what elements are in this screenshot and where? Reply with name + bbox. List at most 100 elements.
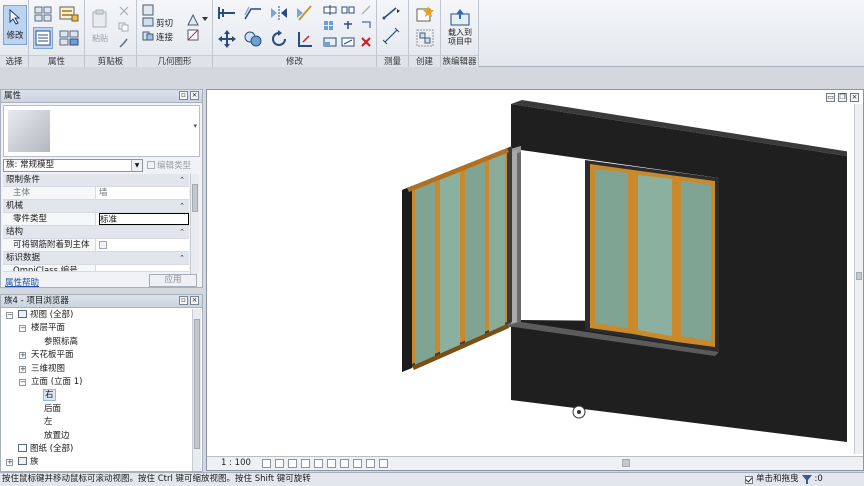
properties-toggle-button[interactable] [33, 27, 53, 49]
modify-button[interactable]: 修改 [3, 5, 27, 45]
category-identity[interactable]: 标识数据 ⌃ [3, 252, 189, 265]
rebar-checkbox[interactable] [99, 241, 107, 249]
browser-scroll-thumb[interactable] [194, 319, 200, 449]
detail-level-icon[interactable] [262, 459, 271, 468]
press-drag-checkbox[interactable] [745, 475, 753, 484]
view-close-button[interactable]: × [850, 93, 859, 102]
browser-node[interactable]: − 楼层平面 [1, 322, 191, 335]
temporary-hide-icon[interactable] [340, 459, 349, 468]
show-crop-icon[interactable] [327, 459, 336, 468]
pin-disabled-icon[interactable] [360, 5, 372, 15]
offset-button[interactable] [242, 3, 264, 23]
reveal-hidden-icon[interactable] [353, 459, 362, 468]
unjoin-icon[interactable] [360, 20, 372, 30]
properties-help-link[interactable]: 属性帮助 [5, 276, 39, 288]
panel-label-family-editor: 族编辑器 [441, 55, 478, 67]
unpin-icon[interactable] [341, 37, 355, 47]
3d-view-canvas[interactable]: ▭ ❐ × 1: 100 [206, 89, 864, 471]
create-group-button[interactable] [414, 27, 436, 49]
edit-type-button[interactable]: 编辑类型 [147, 159, 191, 171]
browser-node[interactable]: + 天花板平面 [1, 349, 191, 362]
properties-minimize-button[interactable]: ▫ [179, 91, 188, 100]
filter-icon[interactable] [801, 475, 812, 484]
open-sash[interactable] [402, 146, 512, 372]
split-element-icon[interactable] [323, 5, 337, 15]
dimension-button[interactable] [381, 26, 403, 46]
copy-clipboard-button[interactable] [117, 21, 131, 33]
match-properties-button[interactable] [117, 37, 131, 49]
apply-button[interactable]: 应用 [149, 274, 197, 287]
shadows-icon[interactable] [301, 459, 310, 468]
part-type-field[interactable]: 标准 [99, 213, 189, 225]
browser-node[interactable]: + 三维视图 [1, 363, 191, 376]
browser-node[interactable]: + 族 [1, 456, 191, 469]
paste-clipboard-icon [92, 9, 107, 27]
delete-icon[interactable] [360, 37, 372, 47]
type-properties-button[interactable] [58, 27, 80, 49]
collapse-node-icon[interactable]: − [6, 312, 13, 319]
browser-minimize-button[interactable]: ▫ [179, 296, 188, 305]
browser-node[interactable]: 后面 [1, 403, 191, 416]
panel-geometry: 剪切 连接 几何图形 [137, 0, 213, 67]
browser-title: 族4 - 项目浏览器 [4, 296, 69, 306]
type-preview[interactable]: ▾ [3, 105, 200, 157]
view-vertical-scrollbar[interactable] [854, 104, 863, 454]
cut-geometry-button[interactable]: 剪切 [156, 17, 173, 29]
model-graphics[interactable] [207, 90, 847, 456]
sun-path-icon[interactable] [288, 459, 297, 468]
browser-node[interactable]: 右 [1, 389, 191, 402]
mirror-pick-axis-button[interactable] [268, 3, 290, 23]
expand-node-icon[interactable]: + [19, 365, 26, 373]
expand-node-icon[interactable]: + [6, 459, 13, 467]
view-scale[interactable]: 1 : 100 [221, 458, 251, 468]
category-constraints[interactable]: 限制条件 ⌃ [3, 174, 189, 187]
browser-scrollbar[interactable] [192, 309, 201, 471]
array-icon[interactable] [323, 20, 337, 30]
category-structure[interactable]: 结构 ⌃ [3, 226, 189, 239]
move-button[interactable] [216, 28, 238, 50]
render-icon[interactable] [379, 459, 388, 468]
type-selector-dropdown[interactable]: 族: 常规模型 ▼ [3, 159, 143, 172]
category-mechanical[interactable]: 机械 ⌃ [3, 200, 189, 213]
family-category-button[interactable] [33, 5, 53, 23]
family-types-button[interactable] [58, 5, 80, 23]
view-vertical-scroll-thumb[interactable] [856, 272, 862, 280]
properties-close-button[interactable]: × [190, 91, 199, 100]
browser-node[interactable]: 左 [1, 416, 191, 429]
browser-node[interactable]: − 立面 (立面 1) [1, 376, 191, 389]
properties-scrollbar[interactable] [190, 174, 199, 274]
browser-node[interactable]: 图纸 (全部) [1, 443, 191, 456]
brush-icon [119, 38, 128, 48]
browser-node[interactable]: 参照标高 [1, 336, 191, 349]
mirror-draw-axis-button[interactable] [294, 3, 316, 23]
load-into-project-button[interactable]: 载入到 项目中 [444, 3, 476, 51]
window-in-wall[interactable] [585, 160, 719, 352]
split-gap-icon[interactable] [341, 5, 355, 15]
measure-button[interactable] [381, 4, 403, 22]
lock-view-icon[interactable] [366, 459, 375, 468]
collapse-node-icon[interactable]: − [19, 378, 26, 386]
view-horizontal-scrollbar[interactable] [407, 459, 847, 468]
paste-button[interactable]: 粘贴 [89, 4, 111, 48]
visual-style-icon[interactable] [275, 459, 284, 468]
rotate-button[interactable] [268, 28, 290, 50]
scale-icon[interactable] [323, 37, 337, 47]
expand-node-icon[interactable]: + [19, 352, 26, 360]
browser-node[interactable]: 放置边 [1, 430, 191, 443]
copy-button[interactable] [242, 28, 264, 50]
crop-view-icon[interactable] [314, 459, 323, 468]
browser-node[interactable]: − 视图 (全部) [1, 309, 191, 322]
properties-title-bar[interactable]: 属性 ▫ × [1, 90, 202, 103]
create-component-button[interactable] [414, 4, 436, 24]
align-button[interactable] [216, 3, 238, 23]
join-geometry-button[interactable]: 连接 [156, 31, 173, 43]
collapse-node-icon[interactable]: − [19, 325, 26, 333]
trim-extend-button[interactable] [294, 28, 316, 50]
properties-scroll-thumb[interactable] [192, 184, 198, 212]
pin-icon[interactable] [341, 20, 355, 30]
view-horizontal-scroll-thumb[interactable] [622, 459, 630, 467]
cut-clipboard-button[interactable] [117, 5, 131, 17]
browser-close-button[interactable]: × [190, 296, 199, 305]
browser-title-bar[interactable]: 族4 - 项目浏览器 ▫ × [1, 295, 202, 308]
type-preview-chevron-icon[interactable]: ▾ [193, 122, 197, 130]
